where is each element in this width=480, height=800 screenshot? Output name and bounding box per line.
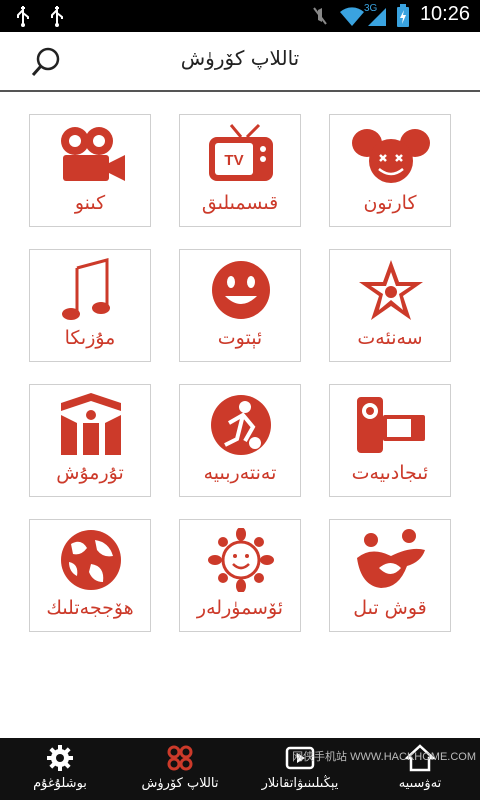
- tile-label: قىسمىلىق: [201, 192, 279, 214]
- sun-icon: [208, 528, 274, 592]
- art-star-icon: [359, 260, 423, 320]
- page-title: تاللاپ كۆرۈش: [180, 46, 300, 70]
- cartoon-mouse-icon: [352, 129, 430, 183]
- tv-icon: TV: [209, 123, 273, 181]
- tile-label: ئۆسمۈرلەر: [196, 597, 284, 619]
- tile-label: كىنو: [74, 192, 106, 214]
- tab-label: بوشلۇغۇم: [33, 776, 87, 791]
- svg-text:TV: TV: [224, 152, 243, 169]
- status-bar: 3G 10:26: [0, 0, 480, 32]
- tile-label: كارتون: [363, 192, 417, 214]
- battery-icon: [397, 4, 409, 27]
- family-icon: [357, 529, 425, 588]
- category-tile-bilingual[interactable]: قوش تىل: [329, 519, 451, 632]
- category-tile-music[interactable]: مۇزىكا: [29, 249, 151, 362]
- category-tile-series[interactable]: TV قىسمىلىق: [179, 114, 301, 227]
- category-tile-comedy[interactable]: ئېتوت: [179, 249, 301, 362]
- tile-label: سەنئەت: [357, 327, 423, 349]
- life-icon: [61, 393, 121, 455]
- app-header: تاللاپ كۆرۈش: [0, 32, 480, 92]
- tile-label: تەنتەربىيە: [203, 462, 277, 484]
- smiley-icon: [212, 261, 270, 319]
- tab-my-space[interactable]: بوشلۇغۇم: [0, 738, 120, 800]
- sports-icon: [211, 395, 271, 455]
- category-tile-sports[interactable]: تەنتەربىيە: [179, 384, 301, 497]
- tile-label: قوش تىل: [353, 597, 427, 619]
- category-tile-creative[interactable]: ئىجادىيەت: [329, 384, 451, 497]
- gear-icon: [47, 745, 73, 771]
- signal-icon: [368, 8, 386, 26]
- tab-label: يېڭىلىنىۋاتقانلار: [261, 776, 339, 791]
- music-note-icon: [62, 258, 110, 320]
- usb-icon: [51, 6, 63, 27]
- video-camera-icon: [357, 397, 425, 453]
- watermark: 网侠手机站 WWW.HACKHOME.COM: [292, 751, 476, 763]
- tile-label: ئېتوت: [217, 327, 263, 349]
- category-tile-life[interactable]: تۇرمۇش: [29, 384, 151, 497]
- category-tile-movie[interactable]: كىنو: [29, 114, 151, 227]
- tile-label: تۇرمۇش: [56, 462, 124, 484]
- category-tile-documentary[interactable]: ھۆججەتلىك: [29, 519, 151, 632]
- category-tile-cartoon[interactable]: كارتون: [329, 114, 451, 227]
- tile-label: مۇزىكا: [64, 327, 116, 349]
- movie-camera-icon: [61, 127, 125, 181]
- tab-label: تەۋسىيە: [398, 776, 442, 791]
- category-tile-art[interactable]: سەنئەت: [329, 249, 451, 362]
- grid-icon: [167, 745, 193, 771]
- category-tile-youth[interactable]: ئۆسمۈرلەر: [179, 519, 301, 632]
- clock: 10:26: [419, 3, 470, 25]
- tab-browse[interactable]: تاللاپ كۆرۈش: [120, 738, 240, 800]
- mute-icon: [313, 7, 327, 25]
- tab-label: تاللاپ كۆرۈش: [141, 776, 219, 791]
- tile-label: ئىجادىيەت: [351, 462, 429, 484]
- globe-icon: [61, 530, 121, 590]
- usb-icon: [17, 6, 29, 27]
- tile-label: ھۆججەتلىك: [46, 597, 134, 619]
- wifi-icon: [340, 7, 364, 26]
